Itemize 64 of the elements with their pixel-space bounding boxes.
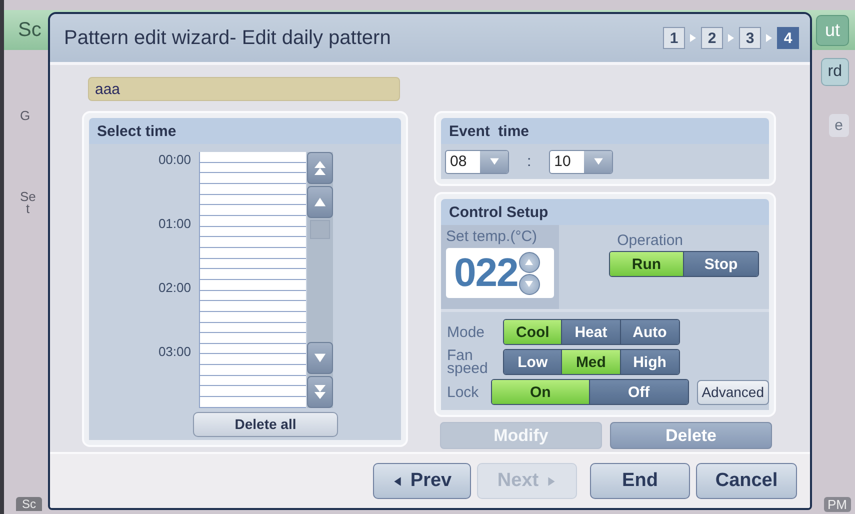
option-button[interactable]: Cool	[504, 320, 562, 344]
option-button[interactable]: Off	[590, 380, 688, 404]
dialog-title: Pattern edit wizard- Edit daily pattern	[64, 26, 391, 50]
scroll-up-button[interactable]	[307, 186, 333, 218]
option-button[interactable]: Low	[504, 350, 562, 374]
side-label: t	[26, 204, 30, 214]
side-label: Se	[20, 189, 36, 204]
operation-label: Operation	[617, 232, 683, 249]
option-button[interactable]: Auto	[620, 320, 679, 344]
clock-label: PM	[824, 496, 851, 512]
down-arrow-icon	[524, 279, 534, 289]
option-button[interactable]: On	[492, 380, 590, 404]
minute-dropdown[interactable]: 10	[549, 150, 614, 174]
left-arrow-icon	[392, 476, 404, 486]
step-indicator: 2	[701, 27, 723, 49]
option-button[interactable]: High	[620, 350, 679, 374]
hour-label: 00:00	[157, 152, 192, 169]
scroll-top-button[interactable]	[307, 152, 333, 184]
pattern-name-field[interactable]: aaa	[88, 77, 400, 101]
advanced-button[interactable]: Advanced	[696, 380, 769, 404]
temp-down-button[interactable]	[518, 274, 540, 294]
screen-title: Sc	[18, 18, 42, 42]
step-arrow-icon	[688, 33, 698, 43]
step-indicator: 3	[739, 27, 761, 49]
dropdown-arrow-icon	[488, 156, 500, 167]
panel-header: Event time	[441, 118, 769, 144]
side-label: e	[828, 114, 849, 137]
nav-button[interactable]: Cancel	[696, 463, 797, 499]
side-button[interactable]: rd	[820, 58, 849, 86]
step-arrow-icon	[726, 33, 736, 43]
delete-all-button[interactable]: Delete all	[193, 412, 338, 437]
option-button[interactable]: Stop	[684, 252, 758, 276]
step-arrow-icon	[764, 33, 774, 43]
nav-button[interactable]: Prev	[373, 463, 471, 499]
step-indicator: 4	[777, 27, 799, 49]
scroll-bottom-button[interactable]	[307, 376, 333, 408]
temperature-value: 022	[454, 250, 518, 296]
panel-header: Select time	[89, 118, 401, 144]
up-arrow-icon	[524, 257, 534, 267]
double-up-arrow-icon	[313, 161, 327, 175]
dropdown-arrow-icon	[592, 156, 604, 167]
action-button: Modify	[440, 422, 602, 449]
scroll-down-button[interactable]	[307, 342, 333, 374]
double-down-arrow-icon	[313, 384, 327, 399]
scroll-thumb[interactable]	[310, 220, 330, 239]
temp-up-button[interactable]	[518, 252, 540, 272]
step-indicator: 1	[663, 27, 685, 49]
option-button[interactable]: Heat	[562, 320, 621, 344]
option-button[interactable]: Run	[610, 252, 684, 276]
time-separator: :	[526, 153, 532, 170]
side-label: G	[20, 108, 32, 123]
setting-label: Mode	[447, 326, 486, 338]
hour-dropdown[interactable]: 08	[445, 150, 509, 174]
right-arrow-icon	[546, 476, 557, 486]
set-temp-label: Set temp.(°C)	[446, 228, 538, 245]
option-button[interactable]: Med	[562, 350, 621, 374]
setting-label: Fan speed	[447, 349, 489, 375]
hour-label: 01:00	[157, 216, 192, 233]
setting-label: Lock	[447, 386, 480, 398]
panel-header: Control Setup	[441, 199, 769, 225]
up-arrow-icon	[313, 195, 327, 209]
hour-label: 03:00	[157, 344, 192, 361]
hour-label: 02:00	[157, 280, 192, 297]
nav-button[interactable]: End	[590, 463, 690, 499]
